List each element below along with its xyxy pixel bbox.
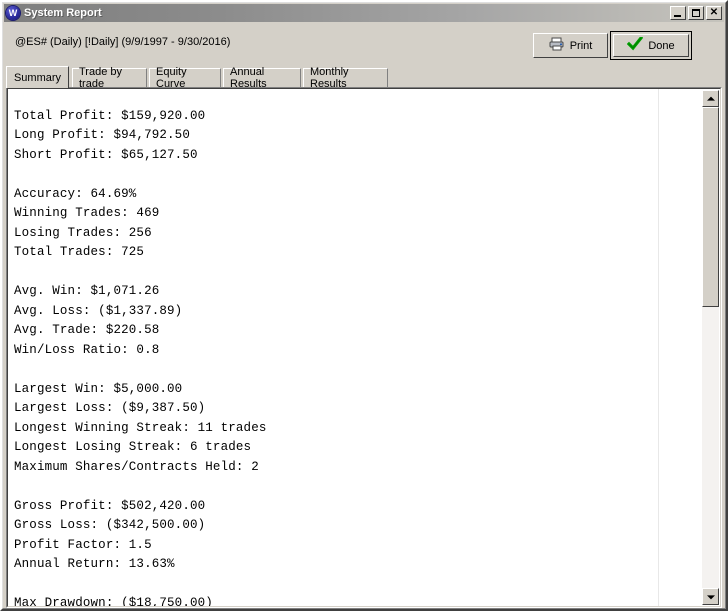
- maximize-button[interactable]: [688, 6, 704, 20]
- done-button-focus-ring: Done: [610, 31, 692, 60]
- vertical-scrollbar[interactable]: [702, 90, 719, 605]
- scroll-up-button[interactable]: [702, 90, 719, 107]
- window-controls: ✕: [670, 6, 723, 20]
- system-report-window: W System Report ✕ @ES# (Daily) [!Daily] …: [0, 0, 728, 611]
- symbol-info-label: @ES# (Daily) [!Daily] (9/9/1997 - 9/30/2…: [15, 36, 231, 48]
- window-title: System Report: [24, 7, 102, 19]
- maximize-icon: [692, 9, 700, 17]
- print-margin-guide: [658, 89, 659, 606]
- tab-trade-by-trade[interactable]: Trade by trade: [72, 66, 147, 90]
- tab-monthly-results[interactable]: Monthly Results: [303, 66, 388, 90]
- w-logo-icon: W: [6, 6, 20, 20]
- close-button[interactable]: ✕: [706, 6, 722, 20]
- done-button-label: Done: [648, 39, 675, 52]
- tab-summary[interactable]: Summary: [6, 66, 69, 88]
- tab-equity-curve[interactable]: Equity Curve: [149, 66, 221, 90]
- print-button[interactable]: Print: [533, 33, 608, 58]
- report-content-frame: Total Profit: $159,920.00 Long Profit: $…: [6, 87, 722, 608]
- scroll-down-icon: [706, 594, 715, 599]
- scroll-down-button[interactable]: [702, 588, 719, 605]
- title-bar[interactable]: W System Report ✕: [4, 4, 724, 22]
- scroll-up-icon: [706, 96, 715, 101]
- tab-summary-label: Summary: [13, 71, 62, 84]
- checkmark-icon: [627, 35, 644, 54]
- printer-icon: [549, 37, 565, 54]
- tab-annual-results[interactable]: Annual Results: [223, 66, 301, 90]
- print-button-label: Print: [569, 39, 593, 52]
- tab-strip: Summary Trade by trade Equity Curve Annu…: [6, 66, 722, 90]
- minimize-icon: [674, 15, 681, 17]
- minimize-button[interactable]: [670, 6, 686, 20]
- scrollbar-thumb[interactable]: [702, 107, 719, 307]
- done-button[interactable]: Done: [613, 34, 689, 57]
- report-content-inner: Total Profit: $159,920.00 Long Profit: $…: [7, 88, 721, 607]
- report-summary-text: Total Profit: $159,920.00 Long Profit: $…: [14, 108, 267, 607]
- close-icon: ✕: [709, 7, 719, 18]
